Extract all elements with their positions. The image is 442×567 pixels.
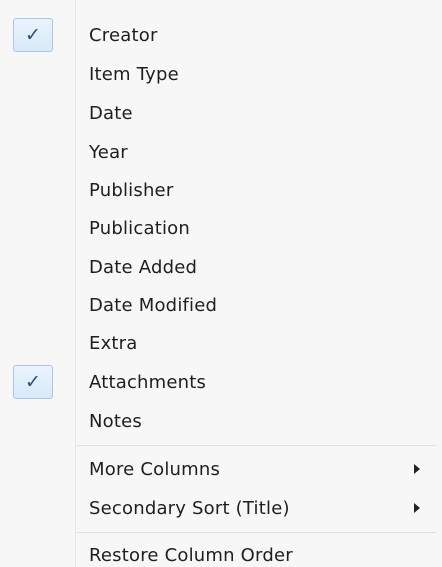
menu-item-label: Restore Column Order	[89, 545, 293, 566]
menu-item-label: Attachments	[89, 372, 207, 393]
submenu-arrow-icon	[414, 464, 420, 474]
menu-item-notes[interactable]: Notes	[0, 402, 442, 441]
menu-item-date[interactable]: Date	[0, 94, 442, 133]
menu-item-attachments[interactable]: ✓ Attachments	[0, 363, 442, 402]
menu-item-date-modified[interactable]: Date Modified	[0, 286, 442, 325]
menu-item-label: Publisher	[89, 180, 174, 201]
menu-item-label: Item Type	[89, 64, 179, 85]
menu-item-label: Notes	[89, 411, 142, 432]
menu-separator	[77, 445, 436, 446]
menu-item-label: Date Modified	[89, 295, 218, 316]
menu-item-label: Date Added	[89, 257, 198, 278]
menu-item-restore-column-order[interactable]: Restore Column Order	[0, 536, 442, 567]
menu-item-label: Secondary Sort (Title)	[89, 498, 290, 519]
menu-separator	[77, 532, 436, 533]
menu-item-item-type[interactable]: Item Type	[0, 55, 442, 94]
menu-item-publisher[interactable]: Publisher	[0, 171, 442, 210]
menu-item-publication[interactable]: Publication	[0, 209, 442, 248]
menu-item-creator[interactable]: ✓ Creator	[0, 16, 442, 55]
submenu-arrow-icon	[414, 503, 420, 513]
checkmark-icon: ✓	[13, 18, 53, 52]
menu-item-extra[interactable]: Extra	[0, 324, 442, 363]
menu-item-label: More Columns	[89, 459, 221, 480]
menu-item-label: Publication	[89, 218, 190, 239]
column-picker-context-menu: ✓ Creator Item Type Date Year Publisher …	[0, 0, 442, 567]
checkmark-icon: ✓	[13, 365, 53, 399]
menu-item-label: Year	[89, 142, 128, 163]
menu-item-more-columns[interactable]: More Columns	[0, 450, 442, 489]
menu-item-date-added[interactable]: Date Added	[0, 248, 442, 287]
menu-item-label: Creator	[89, 25, 158, 46]
menu-item-year[interactable]: Year	[0, 133, 442, 172]
menu-item-secondary-sort[interactable]: Secondary Sort (Title)	[0, 489, 442, 528]
menu-item-label: Extra	[89, 333, 138, 354]
menu-item-label: Date	[89, 103, 133, 124]
